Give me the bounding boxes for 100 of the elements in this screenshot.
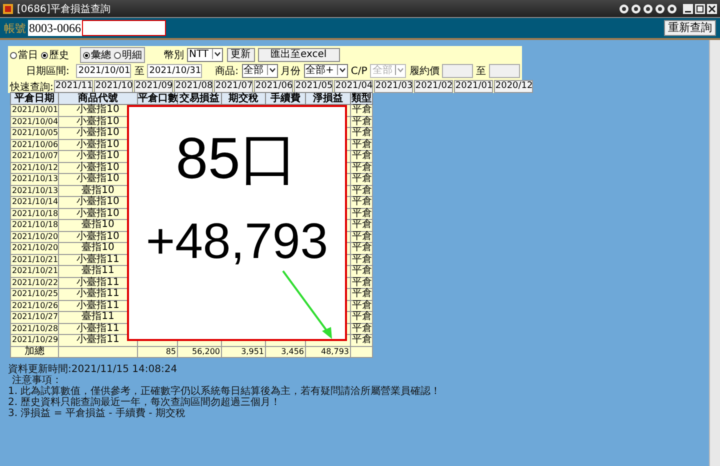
table-cell: 2021/10/18 bbox=[10, 208, 58, 220]
table-cell: 2021/10/28 bbox=[10, 323, 58, 334]
account-name-field[interactable] bbox=[82, 20, 166, 36]
column-header: 平倉口數 bbox=[138, 92, 178, 104]
currency-label: 幣別 bbox=[164, 49, 184, 62]
table-cell: 2021/10/04 bbox=[10, 116, 58, 128]
column-header: 類型 bbox=[350, 92, 372, 104]
table-cell: 平倉 bbox=[350, 288, 372, 300]
month-button[interactable]: 2021/01 bbox=[454, 80, 494, 93]
month-select[interactable]: 全部+ bbox=[304, 64, 348, 78]
table-cell: 2021/10/13 bbox=[10, 174, 58, 185]
table-cell: 85 bbox=[138, 346, 178, 358]
table-cell: 2021/10/25 bbox=[10, 288, 58, 300]
month-button[interactable]: 2021/03 bbox=[374, 80, 414, 93]
table-cell: 56,200 bbox=[178, 346, 222, 358]
table-cell: 平倉 bbox=[350, 323, 372, 334]
table-cell: 平倉 bbox=[350, 220, 372, 231]
window-title: [0686]平倉損益查詢 bbox=[17, 2, 110, 16]
annotation-lots-text: 85口 bbox=[176, 127, 298, 191]
circle-icon[interactable] bbox=[619, 4, 629, 14]
month-button[interactable]: 2021/08 bbox=[174, 80, 214, 93]
quick-query-label: 快速查詢: bbox=[10, 80, 54, 92]
product-select[interactable]: 全部 bbox=[242, 64, 278, 78]
dropdown-arrow-icon[interactable] bbox=[266, 65, 276, 75]
account-field[interactable]: 8003-0066 bbox=[28, 20, 82, 36]
month-button[interactable]: 2021/09 bbox=[134, 80, 174, 93]
product-label: 商品: bbox=[215, 64, 238, 78]
table-cell: 平倉 bbox=[350, 231, 372, 242]
radio-option[interactable]: 當日 bbox=[10, 48, 38, 62]
circle-icon[interactable] bbox=[631, 4, 641, 14]
table-cell: 2021/10/01 bbox=[10, 104, 58, 116]
month-button[interactable]: 2021/11 bbox=[54, 80, 94, 93]
arrow bbox=[282, 270, 332, 339]
table-cell: 2021/10/27 bbox=[10, 312, 58, 323]
table-cell: 平倉 bbox=[350, 196, 372, 208]
annotation-profit-text: +48,793 bbox=[146, 213, 328, 269]
notes-heading: 注意事項： bbox=[11, 375, 63, 386]
table-cell: 平倉 bbox=[350, 312, 372, 323]
close-icon[interactable] bbox=[707, 4, 717, 14]
update-time-text: 資料更新時間:2021/11/15 14:08:24 bbox=[8, 364, 178, 375]
dropdown-arrow-icon[interactable] bbox=[212, 49, 222, 59]
circle-icon[interactable] bbox=[655, 4, 665, 14]
maximize-icon[interactable] bbox=[695, 4, 705, 14]
to-label: 至 bbox=[134, 65, 144, 78]
month-button[interactable]: 2021/07 bbox=[214, 80, 254, 93]
column-header: 商品代號 bbox=[58, 92, 138, 104]
table-cell: 2021/10/18 bbox=[10, 220, 58, 231]
table-cell: 2021/10/26 bbox=[10, 300, 58, 312]
month-button[interactable]: 2020/12 bbox=[494, 80, 534, 93]
table-cell: 2021/10/13 bbox=[10, 185, 58, 196]
strike-from-field[interactable] bbox=[442, 64, 474, 78]
column-header: 期交稅 bbox=[222, 92, 266, 104]
table-cell: 3,951 bbox=[222, 346, 266, 358]
table-cell: 平倉 bbox=[350, 150, 372, 162]
table-cell: 平倉 bbox=[350, 139, 372, 150]
radio-option[interactable]: 彙總 bbox=[83, 48, 111, 62]
table-cell: 2021/10/20 bbox=[10, 242, 58, 254]
table-cell: 2021/10/14 bbox=[10, 196, 58, 208]
column-header: 手續費 bbox=[266, 92, 306, 104]
to-label: 至 bbox=[476, 65, 486, 78]
minimize-icon[interactable] bbox=[683, 4, 693, 14]
circle-icon[interactable] bbox=[643, 4, 653, 14]
table-cell: 加總 bbox=[10, 346, 58, 358]
radio-option[interactable]: 明細 bbox=[114, 48, 142, 62]
table-cell: 2021/10/20 bbox=[10, 231, 58, 242]
circle-icon[interactable] bbox=[667, 4, 677, 14]
note-text: 3. 淨損益 = 平倉損益 - 手續費 - 期交稅 bbox=[8, 408, 186, 419]
column-header: 平倉日期 bbox=[10, 92, 58, 104]
action-button[interactable]: 更新 bbox=[226, 48, 255, 62]
end-date-field[interactable]: 2021/10/31 bbox=[147, 64, 202, 78]
table-cell: 平倉 bbox=[350, 185, 372, 196]
table-cell: 平倉 bbox=[350, 174, 372, 185]
table-cell: 48,793 bbox=[306, 346, 350, 358]
table-cell: 平倉 bbox=[350, 128, 372, 139]
dropdown-arrow-icon[interactable] bbox=[336, 65, 347, 75]
month-button[interactable]: 2021/06 bbox=[254, 80, 294, 93]
account-label: 帳號 bbox=[4, 20, 26, 36]
month-button[interactable]: 2021/04 bbox=[334, 80, 374, 93]
month-button[interactable]: 2021/02 bbox=[414, 80, 454, 93]
requery-button[interactable]: 重新查詢 bbox=[664, 20, 716, 36]
cp-label: C/P bbox=[350, 66, 368, 76]
scrollbar[interactable] bbox=[709, 40, 720, 466]
table-cell: 2021/10/21 bbox=[10, 266, 58, 277]
radio-option[interactable]: 歷史 bbox=[41, 48, 69, 62]
table-cell: 平倉 bbox=[350, 242, 372, 254]
month-button[interactable]: 2021/10 bbox=[94, 80, 134, 93]
table-cell: 3,456 bbox=[266, 346, 306, 358]
currency-select[interactable]: NTT bbox=[187, 48, 223, 62]
month-button[interactable]: 2021/05 bbox=[294, 80, 334, 93]
strike-to-field[interactable] bbox=[489, 64, 520, 78]
table-cell: 2021/10/22 bbox=[10, 277, 58, 288]
table-cell: 2021/10/29 bbox=[10, 334, 58, 346]
start-date-field[interactable]: 2021/10/01 bbox=[76, 64, 132, 78]
date-range-label: 日期區間: bbox=[26, 64, 70, 78]
app-icon bbox=[3, 4, 13, 14]
strike-label: 履約價 bbox=[409, 65, 440, 78]
action-button[interactable]: 匯出至excel bbox=[258, 48, 340, 62]
table-cell: 平倉 bbox=[350, 116, 372, 128]
table-cell: 2021/10/21 bbox=[10, 254, 58, 266]
table-cell: 平倉 bbox=[350, 266, 372, 277]
